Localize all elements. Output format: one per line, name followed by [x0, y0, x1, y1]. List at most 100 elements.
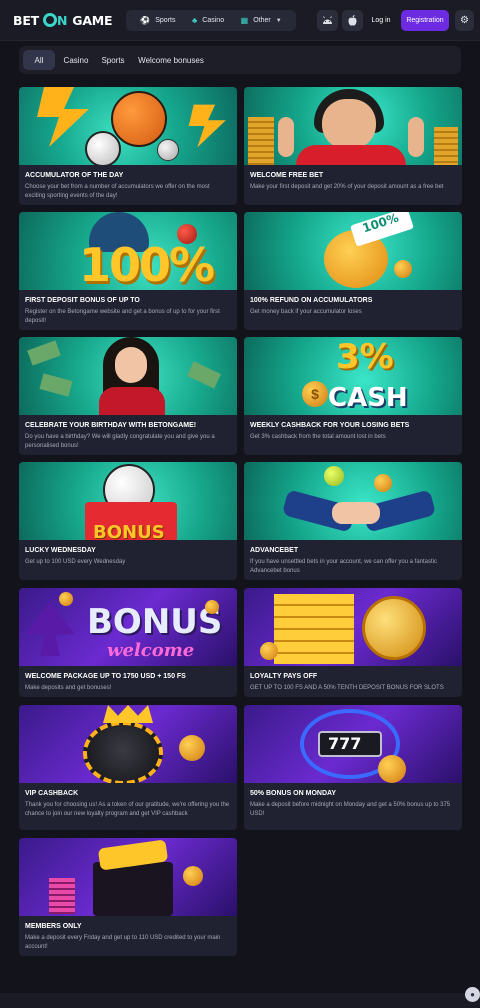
chip-stack-icon — [49, 878, 75, 914]
dollar-coin-icon: $ — [302, 381, 328, 407]
coin-icon — [59, 592, 73, 606]
person-face — [115, 347, 147, 383]
promo-description: Get 3% cashback from the total amount lo… — [250, 434, 386, 440]
coin-icon — [378, 755, 406, 783]
promo-title: WEEKLY CASHBACK FOR YOUR LOSING BETS — [250, 422, 410, 429]
promo-card-birthday[interactable]: CELEBRATE YOUR BIRTHDAY WITH BETONGAME! … — [19, 337, 237, 455]
crown-coin-icon — [362, 596, 426, 660]
logo-bet-text: BET — [13, 12, 39, 28]
promo-image-text: 777 — [328, 734, 362, 753]
apple-icon — [348, 15, 357, 26]
crown-icon — [103, 705, 153, 723]
filter-casino[interactable]: Casino — [59, 50, 93, 70]
promo-card-loyalty[interactable]: LOYALTY PAYS OFF GET UP TO 100 FS AND A … — [244, 588, 462, 697]
promo-image-text: BONUS — [93, 522, 165, 540]
treasure-chest-icon — [93, 862, 173, 916]
coin-icon — [374, 474, 392, 492]
banknote-icon — [187, 361, 221, 389]
filter-welcome-bonuses[interactable]: Welcome bonuses — [133, 50, 209, 70]
promo-card-monday-bonus[interactable]: 777 50% BONUS ON MONDAY Make a deposit b… — [244, 705, 462, 830]
gold-bars-icon — [274, 594, 354, 664]
registration-button[interactable]: Registration — [401, 10, 449, 31]
login-button[interactable]: Log in — [366, 10, 396, 31]
banknote-icon — [27, 340, 61, 366]
logo-game-text: GAME — [72, 12, 113, 28]
nav-casino-label: Casino — [202, 17, 225, 24]
promo-image: 100% — [19, 212, 237, 290]
lightning-icon — [37, 87, 89, 147]
logo-n-text: N — [57, 12, 68, 28]
betongame-logo[interactable]: BET N GAME — [13, 12, 113, 28]
thumbs-up-icon — [278, 117, 294, 157]
promo-title: ACCUMULATOR OF THE DAY — [25, 172, 124, 179]
grid-icon: ▦ — [240, 16, 249, 25]
promo-image — [19, 705, 237, 783]
promo-card-lucky-wednesday[interactable]: BONUS LUCKY WEDNESDAY Get up to 100 USD … — [19, 462, 237, 580]
promo-image — [19, 337, 237, 415]
promo-description: Make a deposit every Friday and get up t… — [25, 935, 221, 950]
lightning-icon — [188, 104, 226, 148]
promo-image: 100% — [244, 212, 462, 290]
nav-other[interactable]: ▦ Other ▼ — [241, 16, 282, 25]
support-chat-button[interactable]: ● — [465, 987, 480, 1002]
promo-image — [244, 87, 462, 165]
nav-casino[interactable]: ♣ Casino — [192, 16, 224, 25]
promo-image — [19, 838, 237, 916]
promo-description: Get money back if your accumulator loses — [250, 309, 362, 315]
promo-card-weekly-cashback[interactable]: 3% $ CASH WEEKLY CASHBACK FOR YOUR LOSIN… — [244, 337, 462, 455]
banknote-icon — [39, 373, 73, 397]
promo-card-accumulator[interactable]: ACCUMULATOR OF THE DAY Choose your bet f… — [19, 87, 237, 205]
android-app-button[interactable] — [317, 10, 338, 31]
settings-button[interactable]: ⚙ — [455, 10, 474, 31]
filter-all[interactable]: All — [23, 50, 55, 70]
top-header: BET N GAME ⚽ Sports ♣ Casino ▦ Other ▼ L… — [0, 0, 480, 41]
promo-description: Make your first deposit and get 20% of y… — [250, 184, 444, 190]
promo-card-welcome-free-bet[interactable]: WELCOME FREE BET Make your first deposit… — [244, 87, 462, 205]
coin-icon — [260, 642, 278, 660]
promo-title: WELCOME PACKAGE UP TO 1750 USD + 150 FS — [25, 673, 186, 680]
footer-bar — [0, 993, 480, 1008]
promo-title: MEMBERS ONLY — [25, 923, 82, 930]
coin-icon — [183, 866, 203, 886]
person-face — [322, 99, 376, 149]
promo-description: Register on the Betongame website and ge… — [25, 309, 220, 324]
promo-description: Do you have a birthday? We will gladly c… — [25, 434, 215, 449]
spade-icon — [25, 602, 75, 656]
promo-description: Thank you for choosing us! As a token of… — [25, 802, 230, 817]
soccer-ball-icon: ⚽ — [140, 16, 151, 25]
promo-card-welcome-package[interactable]: BONUS welcome WELCOME PACKAGE UP TO 1750… — [19, 588, 237, 697]
promo-card-refund[interactable]: 100% 100% REFUND ON ACCUMULATORS Get mon… — [244, 212, 462, 330]
nav-sports[interactable]: ⚽ Sports — [140, 16, 175, 25]
promo-description: Choose your bet from a number of accumul… — [25, 184, 210, 199]
promo-title: WELCOME FREE BET — [250, 172, 324, 179]
coin-icon — [205, 600, 219, 614]
promo-title: 100% REFUND ON ACCUMULATORS — [250, 297, 373, 304]
user-chat-icon: ● — [470, 990, 475, 999]
nav-other-label: Other — [253, 17, 271, 24]
promo-card-members-only[interactable]: MEMBERS ONLY Make a deposit every Friday… — [19, 838, 237, 956]
apple-app-button[interactable] — [342, 10, 363, 31]
logo-power-ring-icon — [43, 13, 57, 27]
promo-card-first-deposit[interactable]: 100% FIRST DEPOSIT BONUS OF UP TO Regist… — [19, 212, 237, 330]
promo-image: BONUS — [19, 462, 237, 540]
thumbs-up-icon — [408, 117, 424, 157]
promo-image — [244, 588, 462, 666]
promo-title: ADVANCEBET — [250, 547, 299, 554]
promo-image: BONUS welcome — [19, 588, 237, 666]
promo-card-vip-cashback[interactable]: VIP CASHBACK Thank you for choosing us! … — [19, 705, 237, 830]
promo-title: LOYALTY PAYS OFF — [250, 673, 318, 680]
promo-image-text-cash: CASH — [328, 383, 408, 413]
person-shirt — [296, 145, 406, 165]
gear-icon: ⚙ — [460, 15, 469, 26]
promo-image — [244, 462, 462, 540]
promo-image: 3% $ CASH — [244, 337, 462, 415]
promo-description: Make a deposit before midnight on Monday… — [250, 802, 451, 817]
nav-sports-label: Sports — [155, 17, 176, 24]
promo-image-text-welcome: welcome — [107, 640, 195, 661]
filter-sports[interactable]: Sports — [97, 50, 129, 70]
promo-title: FIRST DEPOSIT BONUS OF UP TO — [25, 297, 140, 304]
promo-card-advancebet[interactable]: ADVANCEBET If you have unsettled bets in… — [244, 462, 462, 580]
handshake-icon — [332, 502, 380, 524]
promo-description: GET UP TO 100 FS AND A 50% TENTH DEPOSIT… — [250, 685, 444, 691]
promo-image-text: 100% — [79, 238, 215, 290]
